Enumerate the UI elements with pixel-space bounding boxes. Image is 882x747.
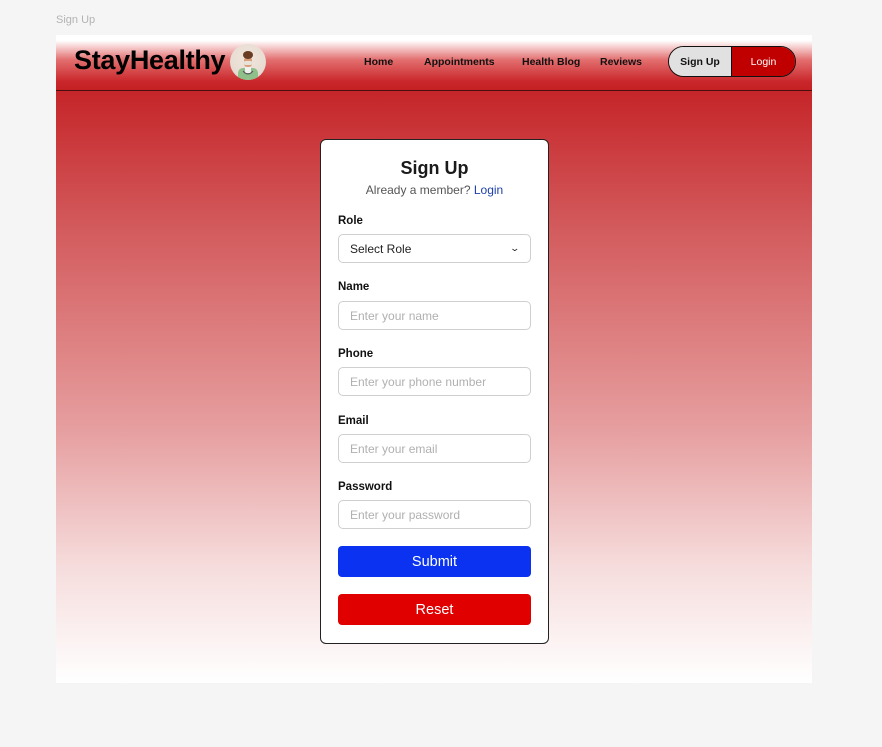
phone-label: Phone: [338, 348, 374, 360]
nav-reviews[interactable]: Reviews: [600, 56, 642, 68]
role-select[interactable]: Select Role ⌄: [338, 234, 531, 263]
page-frame: StayHealthy Home Appointments Health Blo…: [56, 35, 812, 683]
navbar: StayHealthy Home Appointments Health Blo…: [56, 35, 812, 91]
signup-card: Sign Up Already a member? Login Role Sel…: [320, 139, 549, 644]
form-title: Sign Up: [400, 158, 469, 178]
role-select-value: Select Role: [350, 241, 412, 256]
password-input[interactable]: [338, 500, 531, 529]
reset-button[interactable]: Reset: [338, 594, 531, 625]
nav-login-button[interactable]: Login: [732, 47, 795, 76]
nav-home[interactable]: Home: [364, 56, 393, 68]
doctor-avatar-icon: [230, 44, 266, 80]
chevron-down-icon: ⌄: [509, 243, 521, 253]
email-input[interactable]: [338, 434, 531, 463]
login-link[interactable]: Login: [474, 183, 503, 197]
nav-signup-button[interactable]: Sign Up: [669, 47, 732, 76]
nav-appointments[interactable]: Appointments: [424, 56, 495, 68]
brand-logo[interactable]: StayHealthy: [74, 45, 226, 76]
frame-label: Sign Up: [56, 14, 96, 26]
auth-button-group: Sign Up Login: [668, 46, 796, 77]
password-label: Password: [338, 481, 393, 493]
name-label: Name: [338, 281, 370, 293]
phone-input[interactable]: [338, 367, 531, 396]
role-label: Role: [338, 215, 363, 227]
nav-health-blog[interactable]: Health Blog: [522, 56, 580, 68]
name-input[interactable]: [338, 301, 531, 330]
email-label: Email: [338, 415, 369, 427]
submit-button[interactable]: Submit: [338, 546, 531, 577]
member-text: Already a member?: [365, 183, 471, 197]
member-prompt: Already a member? Login: [321, 183, 548, 197]
